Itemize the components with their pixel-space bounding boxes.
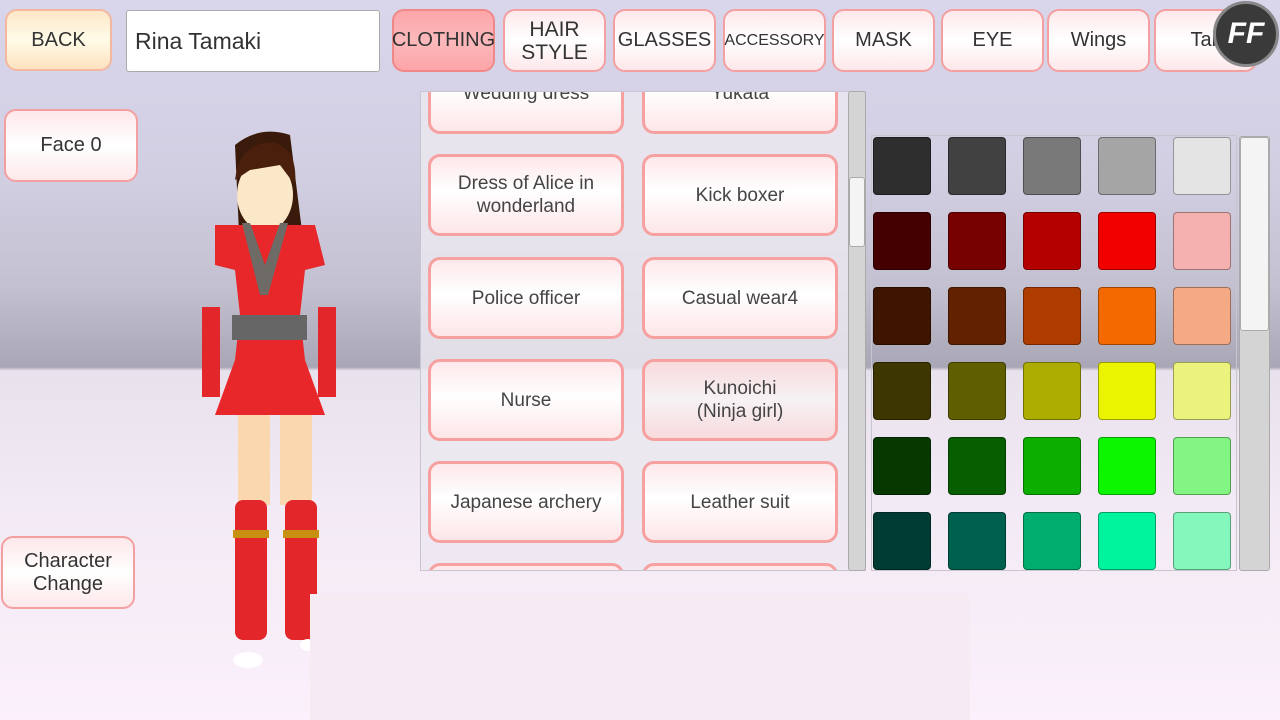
color-swatch[interactable] [1173,362,1231,420]
clothing-item[interactable]: Kick boxer [642,154,838,236]
color-swatch[interactable] [1098,212,1156,270]
color-swatch[interactable] [1098,437,1156,495]
color-swatch[interactable] [1023,512,1081,570]
color-palette [871,135,1237,571]
color-swatch[interactable] [1173,512,1231,570]
color-swatch[interactable] [873,437,931,495]
clothing-item[interactable]: Nurse [428,359,624,441]
color-swatch[interactable] [948,212,1006,270]
clothing-item[interactable] [428,563,624,570]
color-swatch[interactable] [873,287,931,345]
color-swatch[interactable] [1173,137,1231,195]
color-swatch[interactable] [1098,512,1156,570]
clothing-item[interactable]: Kunoichi (Ninja girl) [642,359,838,441]
tab-accessory[interactable]: ACCESSORY [723,9,826,72]
bottom-panel [310,594,970,720]
color-swatch[interactable] [1023,437,1081,495]
tab-hair-style[interactable]: HAIR STYLE [503,9,606,72]
tab-glasses[interactable]: GLASSES [613,9,716,72]
color-swatch[interactable] [1173,212,1231,270]
clothing-item[interactable]: Japanese archery [428,461,624,543]
tab-wings[interactable]: Wings [1047,9,1150,72]
color-swatch[interactable] [1098,137,1156,195]
color-swatch[interactable] [873,212,931,270]
clothing-item[interactable]: Yukata [642,92,838,134]
color-swatch[interactable] [948,137,1006,195]
color-swatch[interactable] [1173,437,1231,495]
clothing-item[interactable]: Casual wear4 [642,257,838,339]
clothing-item[interactable]: Dress of Alice in wonderland [428,154,624,236]
color-swatch[interactable] [948,512,1006,570]
character-change-button[interactable]: Character Change [1,536,135,609]
color-swatch[interactable] [1098,362,1156,420]
clothing-list-scrollbar[interactable] [848,91,866,571]
back-button[interactable]: BACK [5,9,112,71]
character-name-input[interactable]: Rina Tamaki [126,10,380,72]
color-swatch[interactable] [1173,287,1231,345]
tab-eye[interactable]: EYE [941,9,1044,72]
character-model [202,131,336,668]
color-palette-scroll-thumb[interactable] [1240,137,1269,331]
clothing-item[interactable]: Police officer [428,257,624,339]
clothing-list[interactable]: Wedding dress Yukata Dress of Alice in won… [420,91,866,571]
clothing-list-scroll-thumb[interactable] [849,177,865,247]
color-swatch[interactable] [1023,137,1081,195]
color-swatch[interactable] [873,362,931,420]
clothing-item[interactable]: Leather suit [642,461,838,543]
color-palette-scrollbar[interactable] [1239,136,1270,571]
color-swatch[interactable] [873,512,931,570]
face-button[interactable]: Face 0 [4,109,138,182]
clothing-item[interactable] [642,563,838,570]
tab-mask[interactable]: MASK [832,9,935,72]
color-swatch[interactable] [1023,362,1081,420]
color-swatch[interactable] [1023,212,1081,270]
color-swatch[interactable] [948,287,1006,345]
ff-logo[interactable]: FF [1213,1,1279,67]
color-swatch[interactable] [873,137,931,195]
color-swatch[interactable] [948,437,1006,495]
tab-clothing[interactable]: CLOTHING [392,9,495,72]
color-swatch[interactable] [1023,287,1081,345]
color-swatch[interactable] [948,362,1006,420]
color-swatch[interactable] [1098,287,1156,345]
clothing-item[interactable]: Wedding dress [428,92,624,134]
